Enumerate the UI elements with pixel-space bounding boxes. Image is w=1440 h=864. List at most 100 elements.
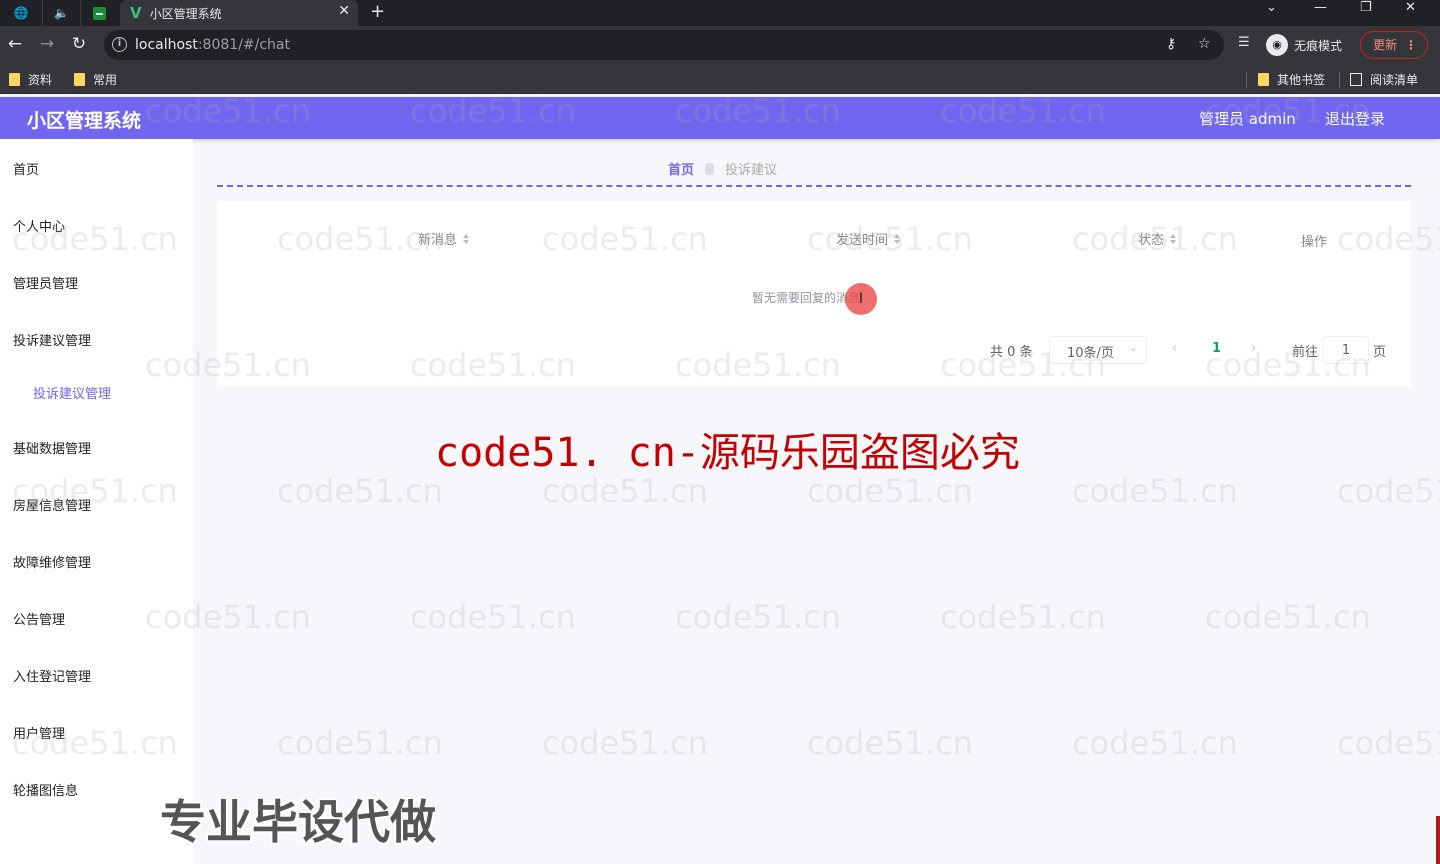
logout-button[interactable]: 退出登录: [1325, 108, 1385, 129]
watermark-text: code51.cn: [1072, 472, 1238, 510]
empty-table-text: 暂无需要回复的消息: [752, 291, 861, 305]
browser-toolbar: ← → ↻ i localhost:8081/#/chat ⚷ ☆ ☰ ◉ 无痕…: [0, 26, 1440, 64]
incognito-indicator[interactable]: ◉ 无痕模式: [1266, 33, 1342, 57]
bookmark-label: 其他书签: [1277, 73, 1326, 87]
url-text[interactable]: localhost:8081/#/chat: [135, 37, 290, 53]
speaker-icon: 🔈: [54, 6, 69, 20]
sidebar-item-repair[interactable]: 故障维修管理: [13, 552, 91, 571]
sidebar-item-carousel[interactable]: 轮播图信息: [13, 780, 78, 799]
sidebar-subitem-complaint-management[interactable]: 投诉建议管理: [33, 383, 111, 402]
pinned-tab-audio[interactable]: 🔈: [42, 0, 80, 26]
sidebar-item-checkin[interactable]: 入住登记管理: [13, 666, 91, 685]
watermark-banner: code51. cn-源码乐园盗图必究: [435, 430, 1020, 476]
column-label: 操作: [1301, 235, 1328, 250]
key-icon[interactable]: ⚷: [1166, 36, 1176, 52]
bookmarks-bar: 资料 常用 其他书签 阅读清单: [0, 64, 1440, 94]
breadcrumb: 首页 投诉建议: [668, 159, 777, 178]
watermark-text: code51.cn: [1072, 724, 1238, 762]
pinned-tab-sheet[interactable]: [80, 0, 118, 26]
current-user-label: 管理员 admin: [1199, 110, 1296, 128]
page-suffix-label: 页: [1373, 345, 1387, 360]
watermark-text: code51.cn: [1337, 472, 1440, 510]
reload-button[interactable]: ↻: [68, 34, 90, 54]
column-header-send-time[interactable]: 发送时间: [836, 229, 901, 248]
watermark-text: code51.cn: [410, 598, 576, 636]
close-tab-icon[interactable]: ✕: [338, 3, 350, 19]
update-button[interactable]: 更新 ⋮: [1360, 31, 1428, 59]
sidebar-item-users[interactable]: 用户管理: [13, 723, 65, 742]
sort-icon[interactable]: [463, 233, 470, 244]
app-title: 小区管理系统: [27, 110, 142, 132]
bookmark-folder[interactable]: 常用: [74, 71, 117, 88]
watermark-text: code51.cn: [542, 472, 708, 510]
tab-title: 小区管理系统: [149, 6, 222, 21]
watermark-text: code51.cn: [1205, 598, 1371, 636]
sidebar-item-admin-management[interactable]: 管理员管理: [13, 273, 78, 292]
next-page-button[interactable]: ›: [1251, 341, 1256, 356]
reading-list-icon: [1350, 73, 1362, 86]
folder-icon: [1258, 73, 1269, 86]
browser-tab-active[interactable]: V 小区管理系统 ✕: [120, 0, 358, 26]
app-header: 小区管理系统 管理员 admin 退出登录: [0, 97, 1440, 139]
page-number-current[interactable]: 1: [1212, 341, 1221, 356]
column-header-new-message[interactable]: 新消息: [418, 229, 470, 248]
pinned-tab-globe[interactable]: 🌐: [2, 0, 40, 26]
breadcrumb-home[interactable]: 首页: [668, 159, 694, 178]
sidebar-item-profile[interactable]: 个人中心: [13, 216, 65, 235]
sort-icon[interactable]: [1170, 233, 1177, 244]
incognito-icon: ◉: [1266, 34, 1288, 56]
watermark-text: code51.cn: [807, 724, 973, 762]
globe-icon: 🌐: [13, 6, 29, 20]
incognito-label: 无痕模式: [1294, 38, 1343, 53]
page-size-value: 10条/页: [1067, 346, 1114, 361]
address-bar[interactable]: i localhost:8081/#/chat ⚷ ☆: [104, 30, 1224, 60]
other-bookmarks[interactable]: 其他书签: [1258, 71, 1325, 88]
bookmark-separator: [1246, 72, 1247, 88]
red-edge-marker: [1436, 816, 1440, 864]
complaint-table: 新消息 发送时间 状态 操作 暂无需要回复的消息 I 共 0 条 10条/页 ⌄…: [217, 201, 1411, 387]
breadcrumb-current: 投诉建议: [725, 163, 778, 178]
sidebar-item-home[interactable]: 首页: [13, 159, 39, 178]
minimize-button[interactable]: —: [1314, 0, 1327, 20]
goto-page-input[interactable]: [1323, 336, 1369, 364]
close-window-button[interactable]: ✕: [1405, 0, 1416, 20]
column-header-actions: 操作: [1301, 231, 1327, 250]
bookmark-label: 阅读清单: [1370, 73, 1419, 87]
column-label: 新消息: [418, 233, 458, 248]
new-tab-button[interactable]: +: [370, 1, 385, 22]
sidebar-item-house-info[interactable]: 房屋信息管理: [13, 495, 91, 514]
watermark-text: code51.cn: [277, 724, 443, 762]
sort-icon[interactable]: [894, 233, 901, 244]
sidebar-item-basic-data[interactable]: 基础数据管理: [13, 438, 91, 457]
prev-page-button[interactable]: ‹: [1172, 341, 1177, 356]
back-button[interactable]: ←: [4, 34, 26, 54]
media-control-icon[interactable]: ☰: [1238, 35, 1250, 50]
watermark-text: code51.cn: [1337, 724, 1440, 762]
bookmark-star-icon[interactable]: ☆: [1198, 36, 1211, 52]
tab-search-icon[interactable]: ⌄: [1266, 0, 1277, 20]
chevron-down-icon: ⌄: [1128, 341, 1138, 354]
more-menu-icon[interactable]: ⋮: [1405, 32, 1417, 58]
vue-logo-icon: V: [130, 4, 142, 22]
promo-overlay-text: 专业毕设代做: [160, 795, 436, 849]
forward-button[interactable]: →: [36, 34, 58, 54]
mouse-cursor-highlight: I: [845, 283, 877, 315]
page-size-select[interactable]: 10条/页 ⌄: [1049, 336, 1147, 364]
sidebar-item-complaint-management[interactable]: 投诉建议管理: [13, 330, 91, 349]
info-icon[interactable]: i: [112, 37, 127, 52]
column-label: 发送时间: [836, 233, 889, 248]
update-label: 更新: [1373, 38, 1398, 52]
bookmark-separator: [1339, 72, 1340, 88]
browser-tab-bar: 🌐 🔈 V 小区管理系统 ✕ + ⌄ — ❐ ✕: [0, 0, 1440, 26]
sidebar-item-announcement[interactable]: 公告管理: [13, 609, 65, 628]
watermark-text: code51.cn: [807, 472, 973, 510]
bookmark-label: 常用: [93, 73, 118, 87]
watermark-text: code51.cn: [675, 598, 841, 636]
column-header-status[interactable]: 状态: [1138, 229, 1177, 248]
reading-list[interactable]: 阅读清单: [1350, 71, 1418, 88]
restore-button[interactable]: ❐: [1360, 0, 1372, 20]
goto-label: 前往: [1292, 345, 1319, 360]
bookmark-folder[interactable]: 资料: [9, 71, 52, 88]
folder-icon: [74, 73, 85, 86]
dashed-divider: [217, 185, 1411, 187]
